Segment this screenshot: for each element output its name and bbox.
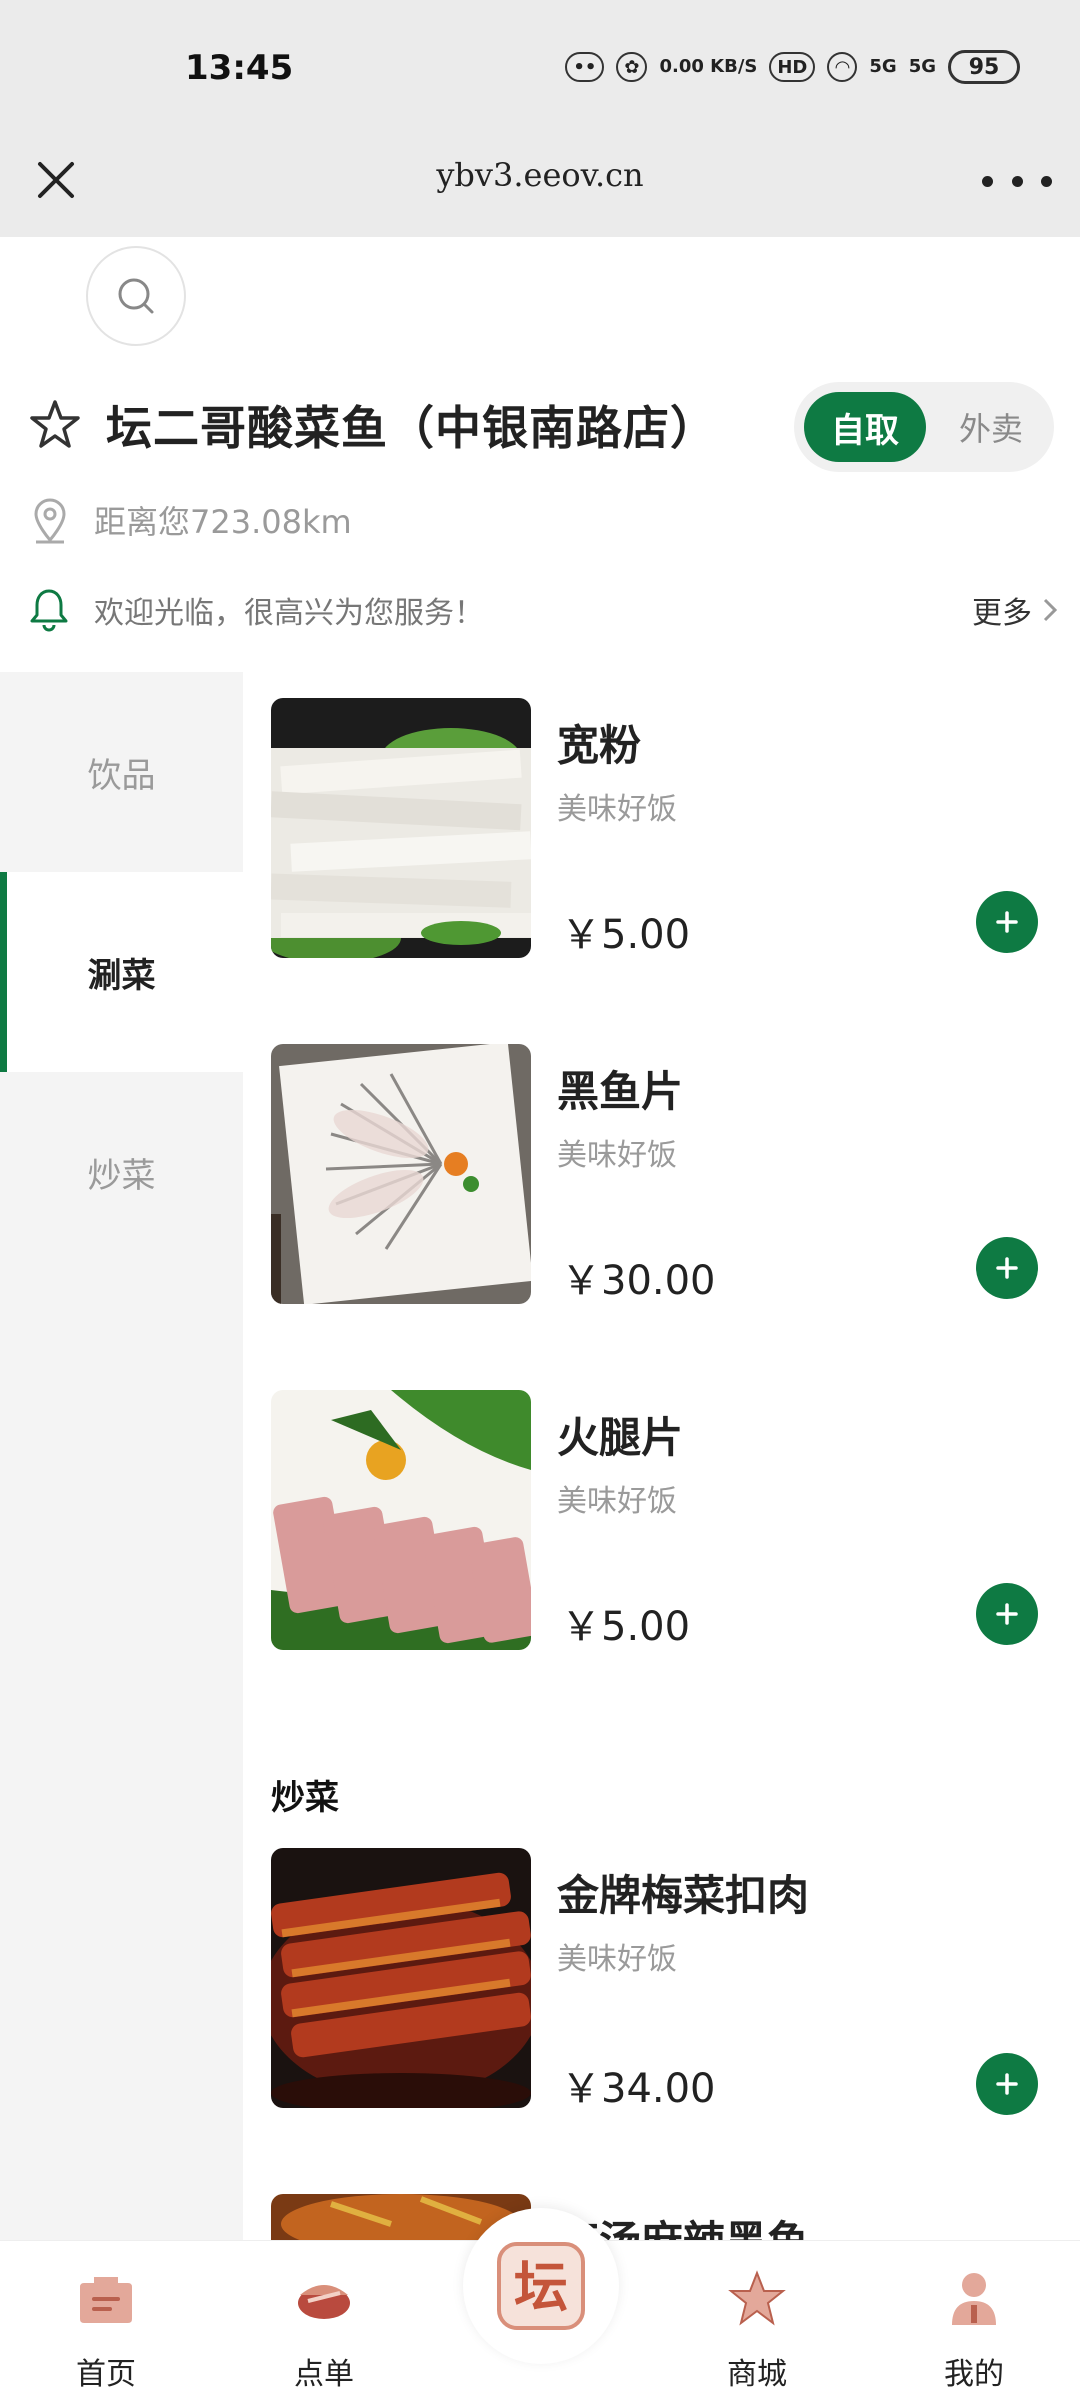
dish-description: 美味好饭: [557, 1484, 677, 1519]
dish-name: 金牌梅菜扣肉: [557, 1871, 810, 1920]
menu-list: 宽粉 美味好饭 ￥5.00 黑鱼片 美味好饭 ￥30.00 火腿片 美味好饭 ￥…: [243, 672, 1080, 2242]
signal-5g-1: 5G: [869, 56, 897, 77]
dish-price: ￥30.00: [561, 1258, 716, 1304]
nav-home[interactable]: 首页: [26, 2241, 186, 2400]
plus-icon: [996, 1603, 1018, 1625]
add-to-cart-button[interactable]: [976, 891, 1038, 953]
order-icon: [298, 2285, 350, 2319]
page-url: ybv3.eeov.cn: [436, 156, 644, 194]
dish-image: [271, 698, 531, 958]
plus-icon: [996, 911, 1018, 933]
net-speed: 0.00 KB/S: [659, 56, 758, 77]
status-time: 13:45: [185, 48, 294, 88]
menu-item[interactable]: 红汤麻辣黑鱼: [243, 2168, 1080, 2242]
dish-name: 黑鱼片: [557, 1067, 684, 1116]
dish-description: 美味好饭: [557, 792, 677, 827]
brand-logo-icon: 坛: [497, 2242, 585, 2330]
category-stir-fry[interactable]: 炒菜: [0, 1072, 243, 1272]
menu-item[interactable]: 金牌梅菜扣肉 美味好饭 ￥34.00: [243, 1822, 1080, 2122]
chevron-right-icon: [1043, 598, 1058, 622]
add-to-cart-button[interactable]: [976, 1237, 1038, 1299]
dish-price: ￥5.00: [561, 1604, 691, 1650]
more-link-label: 更多: [972, 596, 1032, 631]
nav-home-label: 首页: [76, 2357, 136, 2392]
dot-icon: [1011, 175, 1023, 187]
battery-icon: 95: [948, 50, 1020, 84]
mall-star-icon: [728, 2270, 786, 2326]
dish-description: 美味好饭: [557, 1942, 677, 1977]
dish-price: ￥5.00: [561, 912, 691, 958]
more-options-button[interactable]: [982, 158, 1052, 204]
dot-icon: [982, 175, 993, 187]
notice-row: 欢迎光临，很高兴为您服务！ 更多: [28, 580, 1058, 640]
delivery-mode-button[interactable]: 外卖: [934, 392, 1048, 462]
store-header: 坛二哥酸菜鱼（中银南路店）: [28, 390, 748, 460]
category-drinks[interactable]: 饮品: [0, 672, 243, 872]
nav-order[interactable]: 点单: [244, 2241, 404, 2400]
menu-item[interactable]: 宽粉 美味好饭 ￥5.00: [243, 672, 1080, 972]
dish-image: [271, 1848, 531, 2108]
status-icons: •• ✿ 0.00 KB/S HD ◠ 5G 5G 95: [565, 50, 1020, 84]
plus-icon: [996, 1257, 1018, 1279]
dish-price: ￥34.00: [561, 2066, 716, 2112]
store-name: 坛二哥酸菜鱼（中银南路店）: [106, 401, 717, 455]
add-to-cart-button[interactable]: [976, 1583, 1038, 1645]
wifi-icon: ◠: [827, 52, 858, 82]
dish-image: [271, 1044, 531, 1304]
add-to-cart-button[interactable]: [976, 2053, 1038, 2115]
nav-order-label: 点单: [294, 2357, 354, 2392]
more-link[interactable]: 更多: [972, 588, 1058, 632]
dish-name: 火腿片: [557, 1413, 684, 1462]
signal-5g-2: 5G: [908, 56, 936, 77]
menu-item[interactable]: 黑鱼片 美味好饭 ￥30.00: [243, 1018, 1080, 1318]
category-sidebar: 饮品 涮菜 炒菜: [0, 672, 243, 2242]
nav-mall[interactable]: 商城: [677, 2241, 837, 2400]
dish-name: 宽粉: [557, 721, 642, 770]
browser-bar: ybv3.eeov.cn: [0, 130, 1080, 237]
nav-profile-label: 我的: [944, 2357, 1004, 2392]
notification-icon-2: ✿: [616, 52, 648, 82]
location-pin-icon: [34, 498, 66, 544]
nav-profile[interactable]: 我的: [894, 2241, 1054, 2400]
favorite-star-icon[interactable]: [28, 398, 82, 452]
category-hotpot-dishes[interactable]: 涮菜: [0, 872, 243, 1072]
distance-row: 距离您723.08km: [30, 496, 352, 544]
notice-text: 欢迎光临，很高兴为您服务！: [94, 596, 484, 631]
status-bar: 13:45 •• ✿ 0.00 KB/S HD ◠ 5G 5G 95: [0, 0, 1080, 130]
search-button[interactable]: [86, 246, 186, 346]
distance-text: 距离您723.08km: [94, 503, 352, 541]
plus-icon: [996, 2073, 1018, 2095]
profile-icon: [952, 2273, 996, 2325]
bell-icon: [30, 589, 68, 632]
notification-icon: ••: [565, 52, 605, 82]
nav-mall-label: 商城: [727, 2357, 787, 2392]
hd-icon: HD: [769, 52, 816, 82]
search-icon: [118, 278, 154, 314]
center-logo-button[interactable]: 坛: [463, 2208, 619, 2364]
section-title: 炒菜: [271, 1778, 339, 1818]
dish-image: [271, 1390, 531, 1650]
home-icon: [80, 2277, 132, 2323]
order-mode-toggle[interactable]: 自取 外卖: [794, 382, 1054, 472]
menu-item[interactable]: 火腿片 美味好饭 ￥5.00: [243, 1364, 1080, 1664]
dish-description: 美味好饭: [557, 1138, 677, 1173]
logo-text: 坛: [514, 2255, 568, 2319]
pickup-mode-button[interactable]: 自取: [804, 392, 926, 462]
dot-icon: [1041, 175, 1052, 187]
